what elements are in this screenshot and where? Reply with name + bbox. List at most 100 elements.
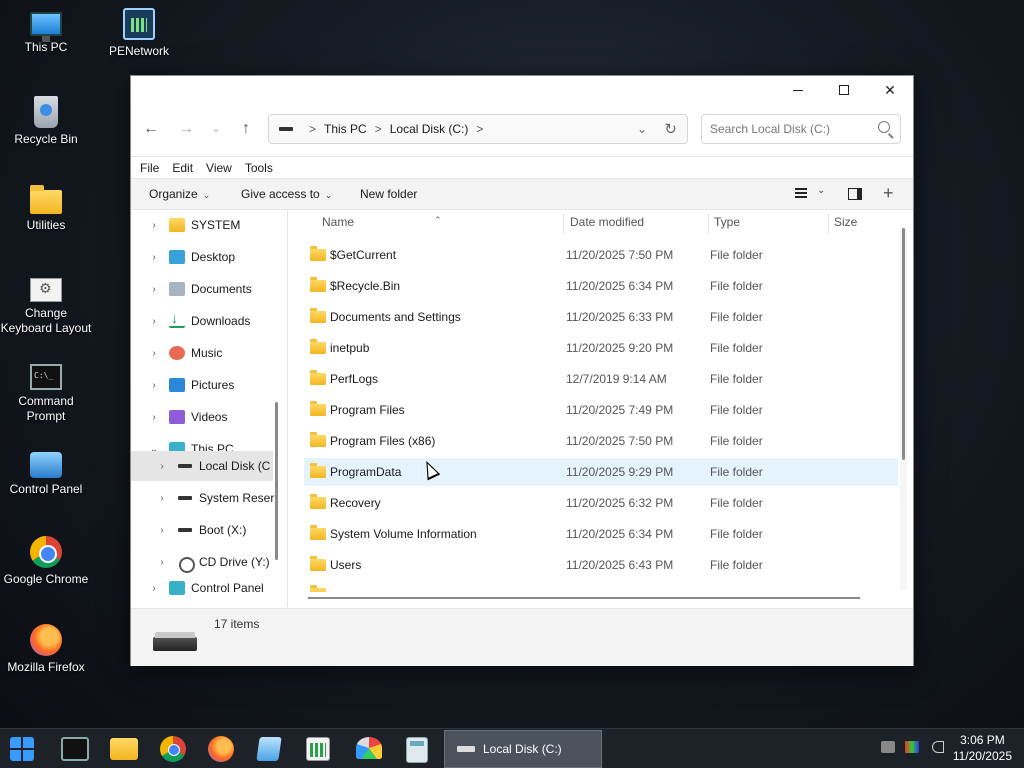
chevron-right-icon[interactable]: ›: [147, 252, 161, 263]
file-row[interactable]: PerfLogs 12/7/2019 9:14 AM File folder: [304, 365, 898, 393]
file-row[interactable]: System Volume Information 11/20/2025 6:3…: [304, 520, 898, 548]
desktop-icon-google-chrome[interactable]: Google Chrome: [0, 536, 92, 587]
breadcrumb-this-pc[interactable]: This PC: [324, 122, 367, 136]
taskbar-window-local-disk[interactable]: Local Disk (C:): [444, 730, 602, 768]
chrome-icon[interactable]: [160, 736, 186, 762]
start-icon[interactable]: [10, 737, 34, 761]
file-explorer-icon[interactable]: [110, 738, 138, 760]
vertical-scrollbar[interactable]: [902, 228, 905, 460]
file-row[interactable]: ProgramData 11/20/2025 9:29 PM File fold…: [304, 458, 898, 486]
tree-item-local-disk-c[interactable]: › Local Disk (C: [131, 451, 273, 481]
file-row[interactable]: Program Files 11/20/2025 7:49 PM File fo…: [304, 396, 898, 424]
network-tray-icon[interactable]: [881, 741, 895, 753]
desktop-icon-penetwork[interactable]: PENetwork: [93, 8, 185, 59]
title-bar[interactable]: ✕: [131, 76, 913, 104]
volume-tray-icon[interactable]: [932, 741, 944, 753]
file-row[interactable]: Documents and Settings 11/20/2025 6:33 P…: [304, 303, 898, 331]
tree-item-music[interactable]: › Music: [147, 338, 281, 368]
chevron-right-icon[interactable]: ›: [155, 493, 169, 504]
chevron-right-icon[interactable]: ›: [147, 220, 161, 231]
chevron-right-icon[interactable]: ›: [155, 525, 169, 536]
desktop-icon-mozilla-firefox[interactable]: Mozilla Firefox: [0, 624, 92, 675]
forward-button[interactable]: →: [174, 119, 198, 139]
column-divider[interactable]: [708, 214, 709, 234]
calculator-icon[interactable]: [406, 737, 428, 763]
column-divider[interactable]: [828, 214, 829, 234]
tree-item-system[interactable]: › SYSTEM: [147, 210, 281, 240]
tree-item-pictures[interactable]: › Pictures: [147, 370, 281, 400]
gauge-icon[interactable]: [356, 737, 382, 759]
column-header-size[interactable]: Size: [834, 215, 857, 229]
horizontal-scrollbar[interactable]: [308, 597, 860, 599]
chevron-right-icon[interactable]: ›: [147, 412, 161, 423]
file-type: File folder: [710, 248, 763, 262]
address-bar[interactable]: > This PC > Local Disk (C:) > ⌄ ↻: [268, 114, 688, 144]
address-dropdown-icon[interactable]: ⌄: [637, 122, 647, 136]
file-row[interactable]: $Recycle.Bin 11/20/2025 6:34 PM File fol…: [304, 272, 898, 300]
file-row[interactable]: $GetCurrent 11/20/2025 7:50 PM File fold…: [304, 241, 898, 269]
file-row[interactable]: Program Files (x86) 11/20/2025 7:50 PM F…: [304, 427, 898, 455]
recent-locations-button[interactable]: ⌄: [204, 119, 228, 139]
chart-icon[interactable]: [306, 737, 330, 761]
search-input[interactable]: Search Local Disk (C:): [701, 114, 901, 144]
column-header-name[interactable]: Name: [322, 215, 354, 229]
system-clock[interactable]: 3:06 PM 11/20/2025: [953, 732, 1012, 764]
up-button[interactable]: ↑: [234, 119, 258, 139]
file-row[interactable]: Users 11/20/2025 6:43 PM File folder: [304, 551, 898, 579]
column-header-type[interactable]: Type: [714, 215, 740, 229]
command-prompt-icon[interactable]: [61, 737, 89, 761]
desktop-icon-utilities[interactable]: Utilities: [0, 184, 92, 233]
desktop-icon-change-keyboard-layout[interactable]: Change Keyboard Layout: [0, 272, 92, 336]
chevron-right-icon[interactable]: ›: [147, 284, 161, 295]
column-divider[interactable]: [563, 214, 564, 234]
add-icon[interactable]: +: [883, 183, 894, 204]
tree-item-documents[interactable]: › Documents: [147, 274, 281, 304]
tree-item-desktop[interactable]: › Desktop: [147, 242, 281, 272]
file-date: 11/20/2025 6:34 PM: [566, 279, 674, 293]
file-date: 11/20/2025 6:34 PM: [566, 527, 674, 541]
tree-item-system-reserved[interactable]: › System Reser: [155, 483, 281, 513]
chevron-right-icon[interactable]: ›: [155, 557, 169, 568]
tree-item-boot-x[interactable]: › Boot (X:): [155, 515, 281, 545]
menu-tools[interactable]: Tools: [245, 161, 273, 175]
organize-button[interactable]: Organize ⌄: [149, 187, 210, 201]
breadcrumb-local-disk[interactable]: Local Disk (C:): [390, 122, 469, 136]
view-options-chevron-icon[interactable]: ⌄: [817, 185, 825, 196]
close-button[interactable]: ✕: [867, 76, 913, 104]
file-row-partial[interactable]: [304, 582, 898, 592]
chevron-right-icon[interactable]: ›: [147, 348, 161, 359]
tree-item-label: SYSTEM: [191, 218, 241, 232]
back-button[interactable]: ←: [139, 119, 163, 139]
maximize-button[interactable]: [821, 76, 867, 104]
column-header-date[interactable]: Date modified: [570, 215, 644, 229]
tree-item-videos[interactable]: › Videos: [147, 402, 281, 432]
view-list-icon[interactable]: [795, 188, 807, 198]
file-row[interactable]: inetpub 11/20/2025 9:20 PM File folder: [304, 334, 898, 362]
tree-item-downloads[interactable]: › Downloads: [147, 306, 281, 336]
chevron-right-icon[interactable]: ›: [147, 316, 161, 327]
chevron-right-icon[interactable]: ›: [155, 461, 169, 472]
menu-file[interactable]: File: [140, 161, 159, 175]
file-row[interactable]: Recovery 11/20/2025 6:32 PM File folder: [304, 489, 898, 517]
desktop-icon-control-panel[interactable]: Control Panel: [0, 448, 92, 497]
desktop-icon-recycle-bin[interactable]: Recycle Bin: [0, 96, 92, 147]
minimize-button[interactable]: [775, 76, 821, 104]
desktop-icon-command-prompt[interactable]: Command Prompt: [0, 360, 92, 424]
nav-pane-scrollbar[interactable]: [275, 402, 278, 560]
drive-icon: [153, 632, 197, 651]
firefox-icon[interactable]: [208, 736, 234, 762]
tree-item-control-panel[interactable]: › Control Panel: [147, 579, 281, 597]
display-tray-icon[interactable]: [905, 741, 919, 753]
tree-item-label: Downloads: [191, 314, 251, 328]
new-folder-button[interactable]: New folder: [360, 187, 417, 201]
menu-view[interactable]: View: [206, 161, 232, 175]
desktop-icon-this-pc[interactable]: This PC: [0, 8, 92, 55]
preview-pane-icon[interactable]: [848, 188, 862, 200]
refresh-icon[interactable]: ↻: [664, 120, 677, 138]
notepad-icon[interactable]: [256, 737, 282, 761]
menu-edit[interactable]: Edit: [172, 161, 193, 175]
chevron-right-icon[interactable]: ›: [147, 380, 161, 391]
chevron-right-icon[interactable]: ›: [147, 583, 161, 594]
give-access-button[interactable]: Give access to ⌄: [241, 187, 332, 201]
tree-item-cd-drive-y[interactable]: › CD Drive (Y:): [155, 547, 281, 577]
